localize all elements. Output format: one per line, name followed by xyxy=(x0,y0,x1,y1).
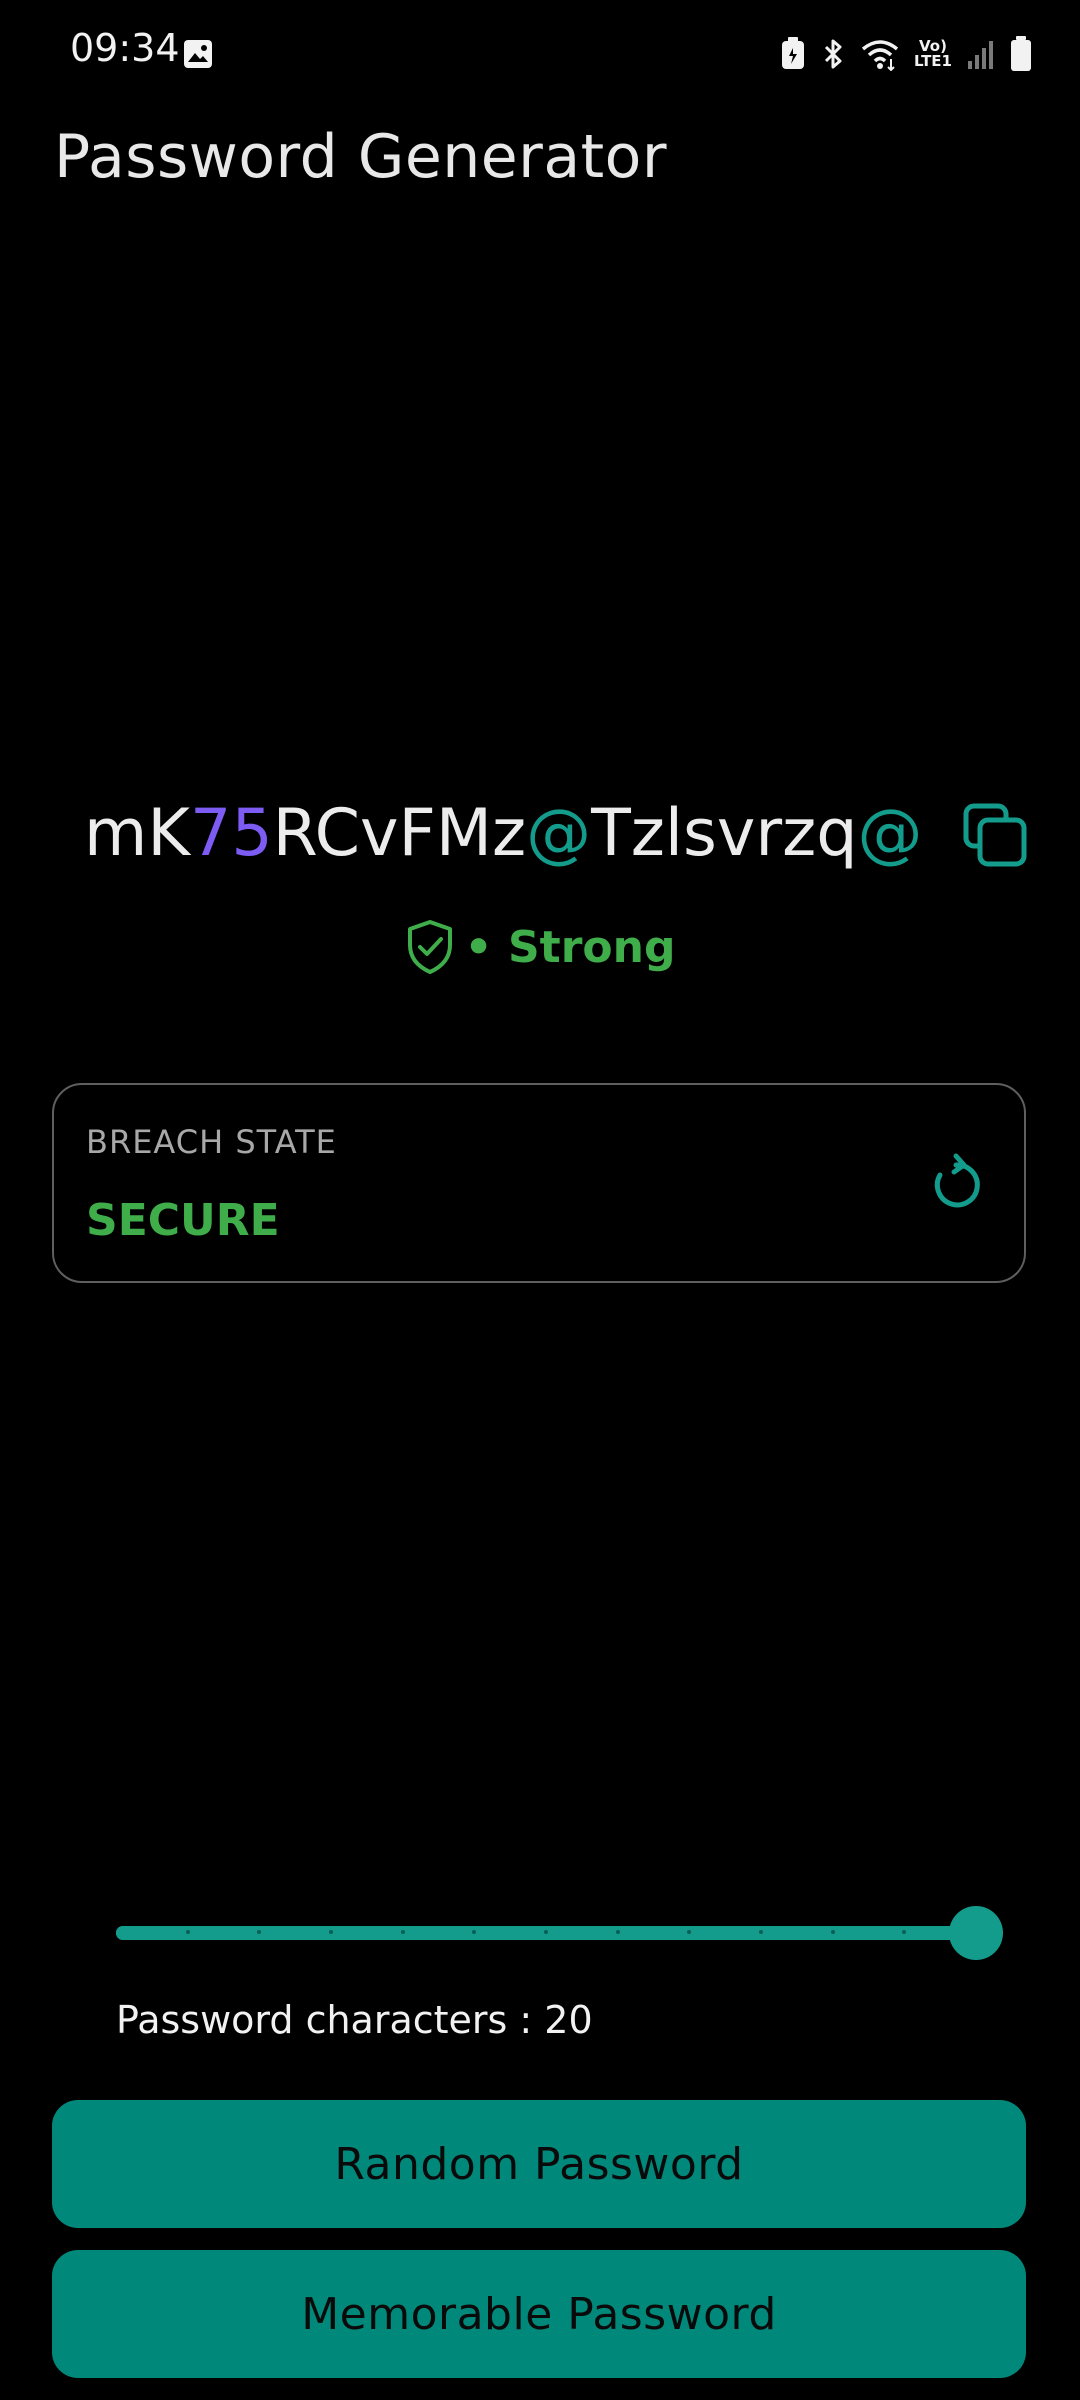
password-letter: v xyxy=(360,796,399,871)
wifi-icon xyxy=(861,40,899,71)
password-letter: z xyxy=(782,796,817,871)
shield-check-icon xyxy=(407,920,452,974)
volte-indicator: Vo) LTE1 xyxy=(914,39,952,69)
battery-icon xyxy=(1011,36,1031,71)
password-symbol: @ xyxy=(526,796,592,871)
password-letter: M xyxy=(435,796,492,871)
status-icons: Vo) LTE1 xyxy=(780,32,1032,76)
password-letter: l xyxy=(664,796,683,871)
password-digit: 5 xyxy=(231,796,273,871)
password-letter: s xyxy=(682,796,717,871)
password-letter: v xyxy=(716,796,756,871)
password-letter: K xyxy=(147,796,190,871)
slider-thumb[interactable] xyxy=(949,1906,1003,1960)
battery-saver-icon xyxy=(782,37,804,69)
password-length-caption: Password characters : 20 xyxy=(116,1998,593,2042)
password-letter: R xyxy=(272,796,315,871)
password-letter: q xyxy=(816,796,858,871)
password-length-slider[interactable] xyxy=(110,1900,1003,1966)
strength-label: • Strong xyxy=(464,921,676,973)
slider-tick xyxy=(759,1930,763,1934)
generated-password: mK75RCvFMz@Tzlsvrzq@ xyxy=(84,796,922,871)
lte-label: LTE1 xyxy=(914,52,952,70)
breach-state-label: BREACH STATE xyxy=(86,1123,337,1161)
slider-tick xyxy=(615,1930,620,1934)
image-notification-icon xyxy=(184,40,212,68)
password-letter: z xyxy=(491,796,527,871)
copy-icon[interactable] xyxy=(962,802,1028,868)
refresh-icon[interactable] xyxy=(924,1153,988,1217)
password-letter: z xyxy=(630,796,665,871)
slider-tick xyxy=(544,1930,548,1934)
password-digit: 7 xyxy=(189,796,232,871)
bluetooth-icon xyxy=(824,39,842,69)
password-row: mK75RCvFMz@Tzlsvrzq@ xyxy=(0,788,1080,888)
password-letter: F xyxy=(398,796,436,871)
slider-tick xyxy=(830,1930,835,1934)
password-letter: r xyxy=(755,796,783,871)
slider-tick xyxy=(329,1930,333,1934)
password-strength: • Strong xyxy=(0,912,1080,982)
password-letter: C xyxy=(314,796,360,871)
memorable-password-button[interactable]: Memorable Password xyxy=(52,2250,1026,2378)
page-title: Password Generator xyxy=(54,122,668,192)
slider-tick xyxy=(400,1930,405,1934)
random-password-button[interactable]: Random Password xyxy=(52,2100,1026,2228)
password-letter: m xyxy=(84,796,148,871)
password-symbol: @ xyxy=(857,796,923,871)
slider-tick xyxy=(185,1930,190,1934)
signal-icon xyxy=(968,41,993,69)
breach-state-value: SECURE xyxy=(86,1195,280,1246)
password-letter: T xyxy=(591,796,631,871)
status-time: 09:34 xyxy=(70,26,180,70)
breach-state-card: BREACH STATE SECURE xyxy=(52,1083,1026,1283)
status-bar: 09:34 Vo) LTE1 xyxy=(0,0,1080,108)
